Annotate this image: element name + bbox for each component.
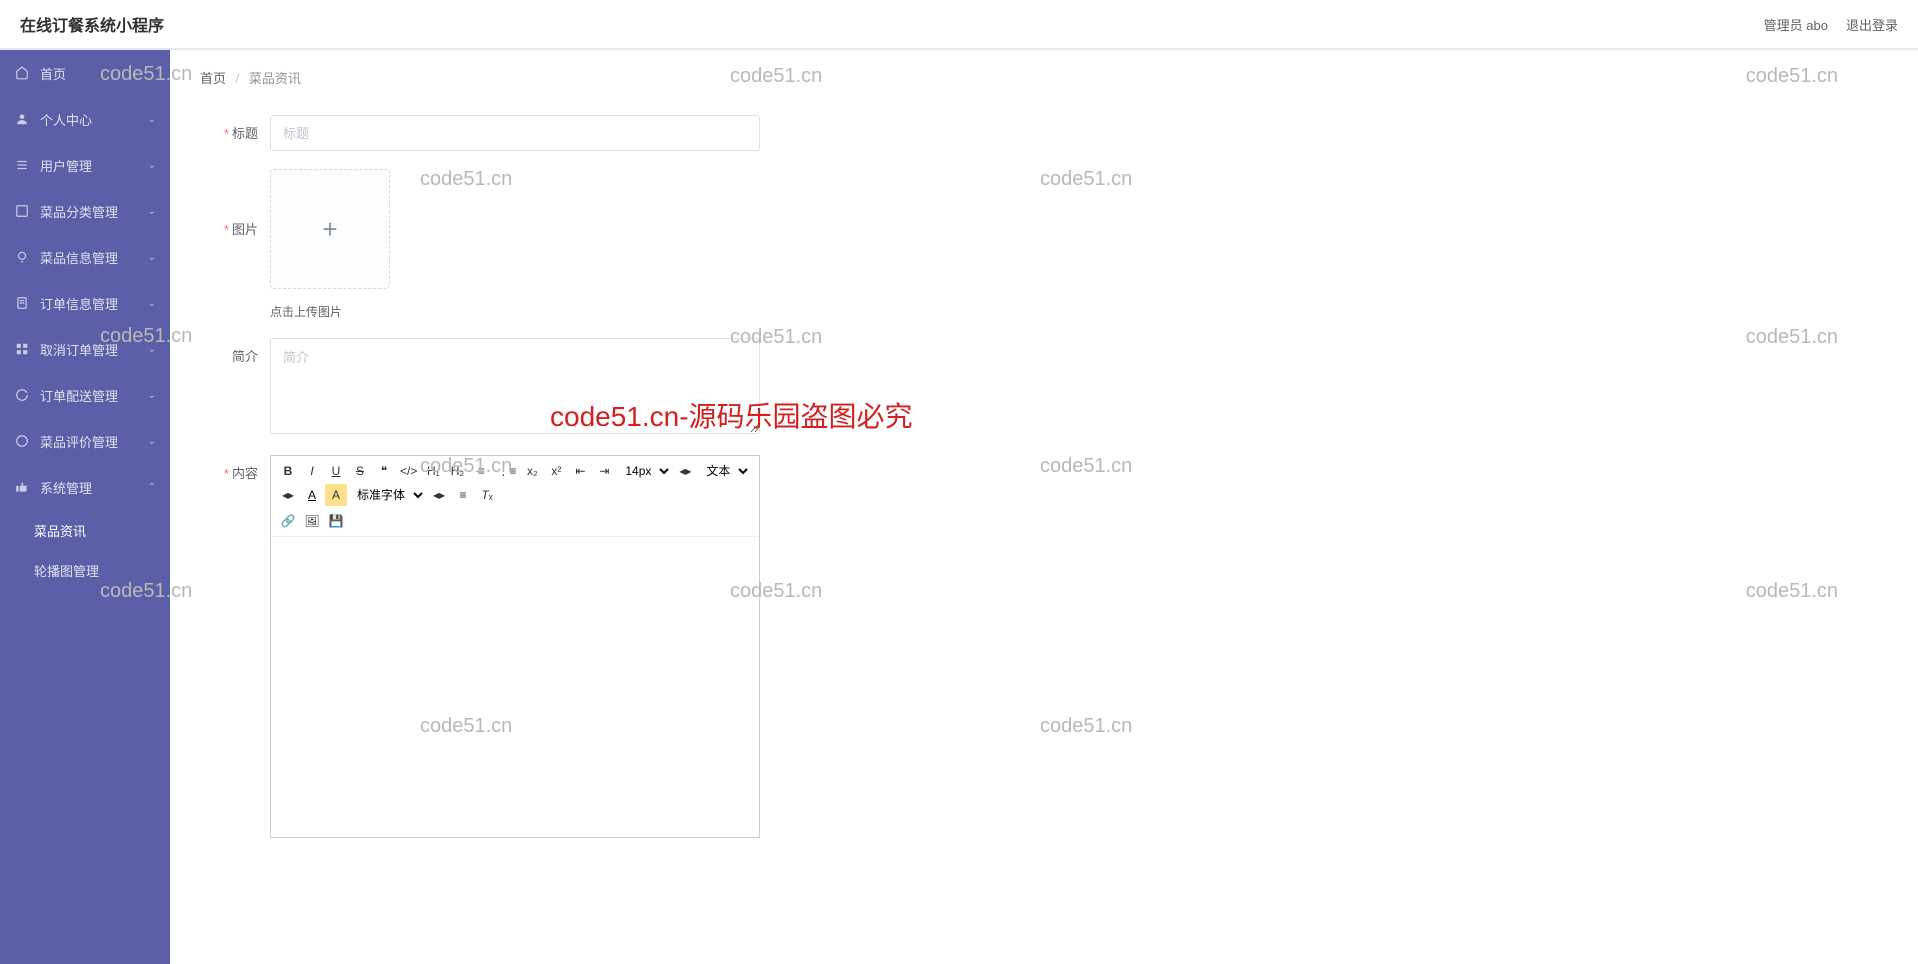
italic-icon[interactable]: I (301, 460, 323, 482)
category-icon (14, 203, 30, 219)
header-right: 管理员 abo 退出登录 (1764, 15, 1898, 34)
chevron-down-icon: ⌄ (148, 114, 156, 125)
admin-label[interactable]: 管理员 abo (1764, 15, 1828, 34)
grid-icon (14, 341, 30, 357)
h1-icon[interactable]: H₁ (422, 460, 444, 482)
sidebar-item-users[interactable]: 用户管理 ⌄ (0, 142, 170, 188)
sidebar-item-label: 轮播图管理 (34, 561, 99, 580)
fontcolor-icon[interactable]: A (301, 484, 323, 506)
sidebar: 首页 个人中心 ⌄ 用户管理 ⌄ 菜品分类管理 ⌄ 菜品信息管理 ⌄ 订单信息管… (0, 50, 170, 964)
sidebar-item-home[interactable]: 首页 (0, 50, 170, 96)
list-icon (14, 157, 30, 173)
sidebar-item-review[interactable]: 菜品评价管理 ⌄ (0, 418, 170, 464)
h2-icon[interactable]: H₂ (446, 460, 468, 482)
title-label: *标题 (200, 115, 270, 142)
sidebar-item-label: 订单配送管理 (40, 386, 118, 405)
strike-icon[interactable]: S (349, 460, 371, 482)
breadcrumb: 首页 / 菜品资讯 (170, 50, 1918, 105)
chevron-down-icon: ⌄ (148, 206, 156, 217)
save-icon[interactable]: 💾 (325, 510, 347, 532)
bgcolor-icon[interactable]: A (325, 484, 347, 506)
underline-icon[interactable]: U (325, 460, 347, 482)
chevron-up-icon: ⌃ (148, 482, 156, 493)
sidebar-item-label: 系统管理 (40, 478, 92, 497)
sidebar-item-dish-category[interactable]: 菜品分类管理 ⌄ (0, 188, 170, 234)
chevron-down-icon: ⌄ (148, 252, 156, 263)
doc-icon (14, 295, 30, 311)
form-row-title: *标题 (200, 115, 1888, 151)
bulb-icon (14, 249, 30, 265)
title-input[interactable] (270, 115, 760, 151)
chevron-down-icon: ⌄ (148, 160, 156, 171)
format-select[interactable]: 文本 (698, 460, 751, 482)
breadcrumb-current: 菜品资讯 (249, 71, 301, 86)
chevron-down-icon: ⌄ (148, 390, 156, 401)
sidebar-item-label: 菜品信息管理 (40, 248, 118, 267)
image-icon[interactable]: 🖼 (301, 510, 323, 532)
chevron-down-icon: ⌄ (148, 298, 156, 309)
home-icon (14, 65, 30, 81)
link-icon[interactable]: 🔗 (277, 510, 299, 532)
fontfamily-select[interactable]: 标准字体 (349, 484, 426, 506)
main-content: 首页 / 菜品资讯 *标题 *图片 + 点击上传图片 (170, 50, 1918, 964)
editor-body[interactable] (271, 537, 759, 837)
align-icon[interactable]: ≡ (452, 484, 474, 506)
ul-icon[interactable]: ⋮≡ (494, 460, 519, 482)
sub-icon[interactable]: x₂ (521, 460, 543, 482)
logout-link[interactable]: 退出登录 (1846, 15, 1898, 34)
sidebar-item-label: 订单信息管理 (40, 294, 118, 313)
sidebar-item-label: 菜品资讯 (34, 521, 86, 540)
editor-toolbar: B I U S ❝ </> H₁ H₂ ≡ ⋮≡ x₂ x² ⇤ (271, 456, 759, 537)
sup-icon[interactable]: x² (545, 460, 567, 482)
sidebar-item-dish-info[interactable]: 菜品信息管理 ⌄ (0, 234, 170, 280)
sidebar-item-label: 取消订单管理 (40, 340, 118, 359)
image-label: *图片 (200, 169, 270, 238)
sidebar-item-cancel-order[interactable]: 取消订单管理 ⌄ (0, 326, 170, 372)
fontfamily-arrow-icon[interactable]: ◂▸ (428, 484, 450, 506)
fontsize-arrows-icon[interactable]: ◂▸ (674, 460, 696, 482)
sidebar-item-order-info[interactable]: 订单信息管理 ⌄ (0, 280, 170, 326)
sidebar-subitem-carousel[interactable]: 轮播图管理 (0, 550, 170, 590)
sidebar-item-delivery[interactable]: 订单配送管理 ⌄ (0, 372, 170, 418)
indent-icon[interactable]: ⇤ (569, 460, 591, 482)
upload-hint: 点击上传图片 (270, 303, 390, 320)
sidebar-item-system[interactable]: 系统管理 ⌃ (0, 464, 170, 510)
plus-icon: + (322, 214, 337, 245)
chevron-down-icon: ⌄ (148, 436, 156, 447)
breadcrumb-sep: / (236, 71, 240, 86)
sidebar-subitem-news[interactable]: 菜品资讯 (0, 510, 170, 550)
code-icon[interactable]: </> (397, 460, 420, 482)
clear-icon[interactable]: Tₓ (476, 484, 498, 506)
form-row-image: *图片 + 点击上传图片 (200, 169, 1888, 320)
sidebar-item-label: 用户管理 (40, 156, 92, 175)
outdent-icon[interactable]: ⇥ (593, 460, 615, 482)
format-arrow-icon[interactable]: ◂▸ (277, 484, 299, 506)
content-label: *内容 (200, 455, 270, 482)
ol-icon[interactable]: ≡ (470, 460, 492, 482)
sidebar-item-label: 菜品分类管理 (40, 202, 118, 221)
sidebar-item-label: 菜品评价管理 (40, 432, 118, 451)
star-icon (14, 433, 30, 449)
top-header: 在线订餐系统小程序 管理员 abo 退出登录 (0, 0, 1918, 50)
refresh-icon (14, 387, 30, 403)
sidebar-item-label: 个人中心 (40, 110, 92, 129)
summary-label: 简介 (200, 338, 270, 365)
sidebar-item-label: 首页 (40, 64, 66, 83)
form-row-content: *内容 B I U S ❝ </> H₁ H₂ ≡ ⋮ (200, 455, 1888, 838)
sidebar-item-profile[interactable]: 个人中心 ⌄ (0, 96, 170, 142)
bold-icon[interactable]: B (277, 460, 299, 482)
form: *标题 *图片 + 点击上传图片 简介 (170, 105, 1918, 866)
image-upload[interactable]: + (270, 169, 390, 289)
thumb-icon (14, 479, 30, 495)
rich-editor: B I U S ❝ </> H₁ H₂ ≡ ⋮≡ x₂ x² ⇤ (270, 455, 760, 838)
summary-textarea[interactable] (270, 338, 760, 434)
user-icon (14, 111, 30, 127)
quote-icon[interactable]: ❝ (373, 460, 395, 482)
chevron-down-icon: ⌄ (148, 344, 156, 355)
app-title: 在线订餐系统小程序 (20, 12, 164, 36)
form-row-summary: 简介 (200, 338, 1888, 437)
breadcrumb-home[interactable]: 首页 (200, 71, 226, 86)
fontsize-select[interactable]: 14px (617, 460, 672, 482)
